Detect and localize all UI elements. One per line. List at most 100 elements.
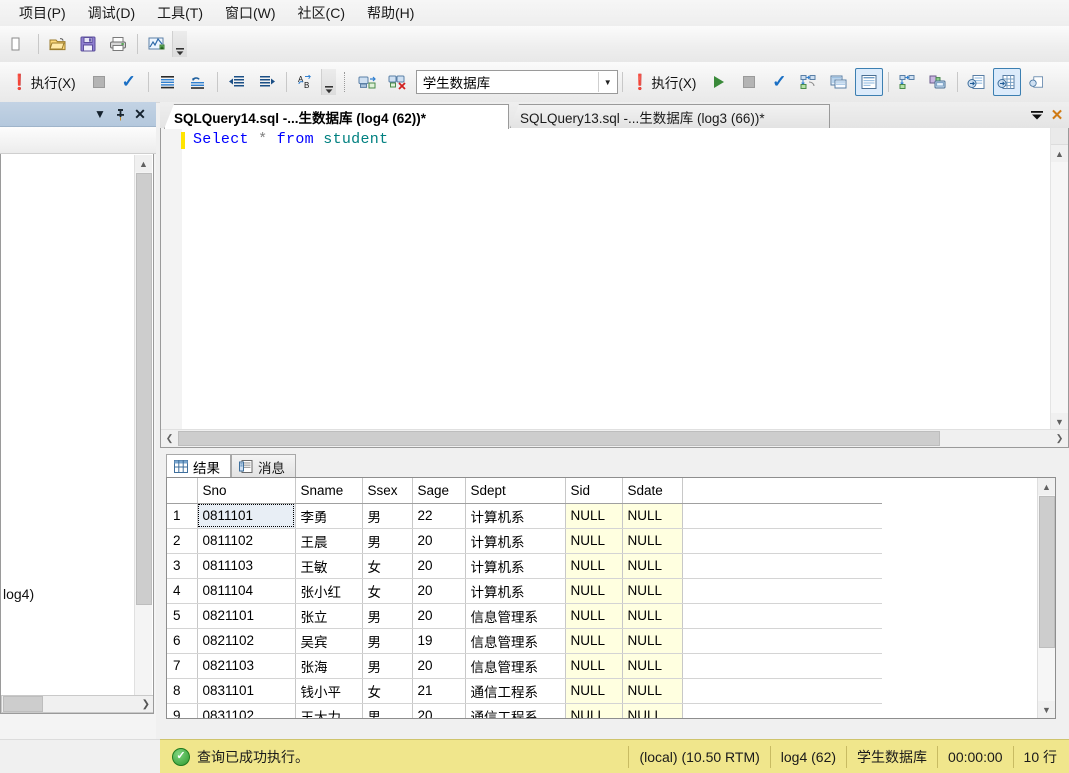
tab-results[interactable]: 结果 [166, 454, 231, 478]
toolbar1-overflow-button[interactable] [172, 31, 187, 57]
cell-sdept[interactable]: 信息管理系 [465, 603, 566, 629]
cell-sno[interactable]: 0811104 [197, 578, 296, 604]
col-header-sage[interactable]: Sage [412, 478, 466, 504]
stop-button[interactable] [85, 68, 113, 96]
parse-button[interactable]: ✓ [115, 68, 143, 96]
col-header-sno[interactable]: Sno [197, 478, 296, 504]
editor-hscroll-thumb[interactable] [178, 431, 940, 446]
col-header-sdept[interactable]: Sdept [465, 478, 566, 504]
row-number[interactable]: 7 [167, 653, 198, 679]
open-folder-icon[interactable] [44, 30, 72, 58]
cell-sname[interactable]: 吴宾 [295, 628, 363, 654]
database-combo[interactable]: 学生数据库 ▼ [415, 70, 618, 94]
cell-sdate[interactable]: NULL [622, 503, 683, 529]
save-icon[interactable] [74, 30, 102, 58]
execute-button-2[interactable]: ❗ 执行(X) [628, 68, 704, 96]
row-number[interactable]: 5 [167, 603, 198, 629]
cell-sid[interactable]: NULL [565, 578, 623, 604]
col-header-sid[interactable]: Sid [565, 478, 623, 504]
cell-sid[interactable]: NULL [565, 653, 623, 679]
editor-scroll-right-icon[interactable]: ❯ [1051, 430, 1068, 447]
object-explorer-tree[interactable]: log4) ▲ ▼ ❯ [0, 154, 154, 714]
row-number[interactable]: 1 [167, 503, 198, 529]
display-estimated-plan-button[interactable] [154, 68, 182, 96]
grid-scroll-up-icon[interactable]: ▲ [1038, 478, 1055, 495]
row-number[interactable]: 3 [167, 553, 198, 579]
results-grid[interactable]: Sno Sname Ssex Sage Sdept Sid Sdate 1 08… [166, 477, 1056, 719]
cell-sdate[interactable]: NULL [622, 678, 683, 704]
table-row[interactable]: 2 0811102 王晨 男 20 计算机系 NULL NULL [167, 528, 882, 554]
cell-sdept[interactable]: 信息管理系 [465, 653, 566, 679]
cell-sname[interactable]: 张海 [295, 653, 363, 679]
chevron-down-icon[interactable]: ▼ [597, 72, 617, 92]
editor-scroll-down-icon[interactable]: ▼ [1051, 413, 1068, 430]
table-row[interactable]: 6 0821102 吴宾 男 19 信息管理系 NULL NULL [167, 628, 882, 654]
grid-vertical-scrollbar[interactable]: ▲ ▼ [1037, 478, 1055, 718]
editor-horizontal-scrollbar[interactable]: ❮ ❯ [161, 429, 1068, 447]
close-document-icon[interactable]: ✕ [1047, 104, 1067, 126]
menu-window[interactable]: 窗口(W) [214, 0, 287, 26]
debug-play-button[interactable] [705, 68, 733, 96]
pin-icon[interactable] [110, 104, 130, 124]
scroll-right-icon[interactable]: ❯ [142, 699, 150, 710]
tree-vertical-scrollbar[interactable]: ▲ ▼ [134, 155, 152, 712]
decrease-indent-button[interactable] [223, 68, 251, 96]
cell-sage[interactable]: 20 [412, 703, 466, 718]
table-row[interactable]: 1 0811101 李勇 男 22 计算机系 NULL NULL [167, 503, 882, 529]
cell-ssex[interactable]: 男 [362, 503, 413, 529]
cell-sdept[interactable]: 通信工程系 [465, 703, 566, 718]
comment-selection-icon[interactable]: A B [292, 68, 320, 96]
cell-sname[interactable]: 王大力 [295, 703, 363, 718]
cell-sdept[interactable]: 计算机系 [465, 578, 566, 604]
execute-button[interactable]: ❗ 执行(X) [7, 68, 83, 96]
sql-code-line[interactable]: Select * from student [193, 131, 388, 148]
connect-object-explorer-icon[interactable] [353, 68, 381, 96]
cell-sage[interactable]: 20 [412, 653, 466, 679]
table-row[interactable]: 4 0811104 张小红 女 20 计算机系 NULL NULL [167, 578, 882, 604]
print-icon[interactable] [104, 30, 132, 58]
cell-sage[interactable]: 19 [412, 628, 466, 654]
cell-sdept[interactable]: 计算机系 [465, 528, 566, 554]
cell-sno[interactable]: 0811101 [197, 503, 296, 529]
cell-ssex[interactable]: 男 [362, 703, 413, 718]
toolbar2-overflow-button[interactable] [320, 69, 336, 95]
table-row[interactable]: 7 0821103 张海 男 20 信息管理系 NULL NULL [167, 653, 882, 679]
cell-sage[interactable]: 22 [412, 503, 466, 529]
results-to-grid-button[interactable] [993, 68, 1022, 96]
results-to-file-icon[interactable] [963, 68, 991, 96]
cell-sdate[interactable]: NULL [622, 653, 683, 679]
row-number[interactable]: 8 [167, 678, 198, 704]
stop-button-2[interactable] [735, 68, 763, 96]
table-row[interactable]: 3 0811103 王敏 女 20 计算机系 NULL NULL [167, 553, 882, 579]
change-connection-icon[interactable] [924, 68, 952, 96]
cell-ssex[interactable]: 男 [362, 628, 413, 654]
cell-sdate[interactable]: NULL [622, 528, 683, 554]
cell-sid[interactable]: NULL [565, 528, 623, 554]
cell-sage[interactable]: 20 [412, 528, 466, 554]
include-client-statistics-icon[interactable] [894, 68, 922, 96]
cell-sid[interactable]: NULL [565, 603, 623, 629]
tab-messages[interactable]: 消息 [231, 454, 296, 478]
cell-ssex[interactable]: 男 [362, 603, 413, 629]
cell-sno[interactable]: 0811102 [197, 528, 296, 554]
cell-sno[interactable]: 0821101 [197, 603, 296, 629]
active-files-dropdown-icon[interactable] [1027, 104, 1047, 126]
cell-sname[interactable]: 王敏 [295, 553, 363, 579]
hscroll-thumb[interactable] [3, 696, 43, 712]
cell-sname[interactable]: 李勇 [295, 503, 363, 529]
query-options-icon[interactable] [825, 68, 853, 96]
table-row[interactable]: 5 0821101 张立 男 20 信息管理系 NULL NULL [167, 603, 882, 629]
cell-sage[interactable]: 20 [412, 553, 466, 579]
cell-sid[interactable]: NULL [565, 553, 623, 579]
cell-sname[interactable]: 钱小平 [295, 678, 363, 704]
grid-scroll-thumb[interactable] [1039, 496, 1055, 648]
menu-debug[interactable]: 调试(D) [77, 0, 146, 26]
tree-horizontal-scrollbar[interactable]: ❯ [1, 695, 153, 713]
tree-item-label[interactable]: log4) [3, 586, 34, 602]
cell-sno[interactable]: 0811103 [197, 553, 296, 579]
scroll-up-icon[interactable]: ▲ [135, 155, 152, 172]
disconnect-icon[interactable] [383, 68, 411, 96]
include-actual-plan-button[interactable] [184, 68, 212, 96]
cell-sdate[interactable]: NULL [622, 628, 683, 654]
cell-sdate[interactable]: NULL [622, 553, 683, 579]
